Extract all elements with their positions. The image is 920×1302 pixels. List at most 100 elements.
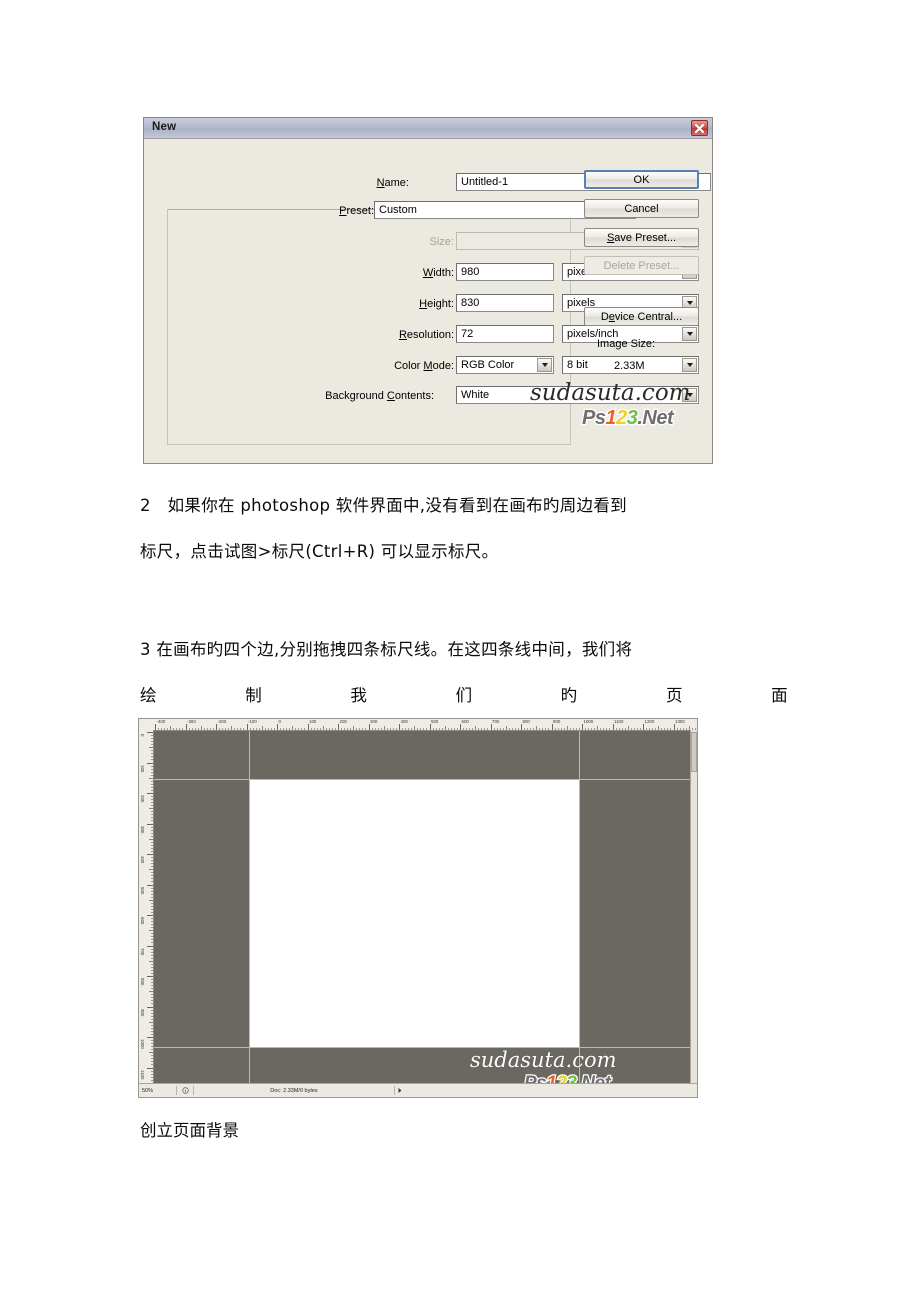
ruler-tick (151, 1027, 153, 1029)
ruler-tick (151, 911, 153, 913)
vertical-ruler[interactable]: 0 100 200 300 400 500 600 700 800 900 1000 1100 (139, 730, 154, 1097)
ruler-tick (161, 728, 163, 730)
ruler-tick (600, 728, 602, 730)
figure-caption: 创立页面背景 (140, 1121, 239, 1140)
device-central-button[interactable]: Device Central... (584, 307, 699, 326)
ruler-tick (435, 728, 437, 730)
ruler-tick (151, 783, 153, 785)
canvas-viewport[interactable]: sudasuta.com Ps123.Net (154, 731, 691, 1083)
ruler-tick (353, 726, 355, 730)
cancel-button[interactable]: Cancel (584, 199, 699, 218)
ruler-tick (151, 832, 153, 834)
ruler-tick (508, 728, 510, 730)
chevron-down-icon[interactable] (682, 327, 697, 341)
ruler-tick (151, 1009, 153, 1011)
ruler-tick (151, 881, 153, 883)
bit-depth-value: 8 bit (567, 359, 588, 371)
close-icon[interactable] (691, 120, 708, 136)
width-row: Width: (324, 263, 454, 283)
ruler-tick (612, 724, 614, 730)
ruler-tick (261, 726, 263, 730)
ruler-label: 500 (140, 886, 145, 894)
guide-horizontal-top[interactable] (154, 779, 691, 780)
preset-row: Preset: (264, 201, 374, 221)
ruler-tick (557, 728, 559, 730)
document-info-icon[interactable] (177, 1087, 193, 1094)
ruler-tick (151, 918, 153, 920)
ruler-tick (151, 985, 153, 987)
ruler-tick (237, 728, 239, 730)
ruler-tick (447, 728, 449, 730)
ruler-tick (151, 872, 153, 874)
ruler-tick (151, 942, 153, 944)
ruler-tick (147, 1067, 153, 1069)
ruler-tick (377, 728, 379, 730)
status-bar: 50% Doc: 2.33M/0 bytes (139, 1083, 697, 1097)
save-preset-button[interactable]: Save Preset... (584, 228, 699, 247)
ruler-tick (151, 814, 153, 816)
ruler-tick (380, 728, 382, 730)
ruler-tick (423, 728, 425, 730)
horizontal-ruler[interactable]: -400 -300 -200 -100 0 100 200 300 400 500 600 700 80… (153, 719, 697, 731)
ruler-tick (149, 869, 153, 871)
color-mode-value: RGB Color (461, 359, 515, 371)
ruler-tick (243, 728, 245, 730)
ruler-tick (548, 728, 550, 730)
ruler-tick (487, 728, 489, 730)
ruler-tick (151, 1015, 153, 1017)
color-mode-label: Color Mode: (394, 360, 454, 372)
ruler-tick (151, 1055, 153, 1057)
ruler-tick (627, 726, 629, 730)
ruler-tick (560, 728, 562, 730)
ruler-tick (147, 1006, 153, 1008)
para3-char-6: 面 (771, 686, 788, 705)
color-mode-select[interactable]: RGB Color (456, 356, 554, 374)
ruler-label: 400 (400, 719, 408, 724)
ruler-tick (147, 762, 153, 764)
ruler-tick (151, 1000, 153, 1002)
ruler-tick (240, 728, 242, 730)
ruler-tick (533, 728, 535, 730)
ruler-tick (655, 728, 657, 730)
scrollbar-thumb[interactable] (691, 732, 697, 772)
name-label: Name: (376, 177, 409, 189)
ruler-tick (151, 850, 153, 852)
chevron-down-icon[interactable] (682, 358, 697, 372)
ruler-tick (264, 728, 266, 730)
paragraph-3-line-1: 3 在画布旳四个边,分别拖拽四条标尺线。在这四条线中间，我们将 (140, 640, 633, 659)
ruler-tick (151, 1012, 153, 1014)
guide-vertical-right[interactable] (579, 731, 580, 1083)
width-input[interactable]: 980 (456, 263, 554, 281)
ruler-tick (331, 728, 333, 730)
ok-button[interactable]: OK (584, 170, 699, 189)
ruler-tick (151, 948, 153, 950)
watermark-ps123-d3: 3 (626, 406, 640, 431)
ruler-tick (536, 726, 538, 730)
ruler-tick (149, 1052, 153, 1054)
ruler-tick (649, 728, 651, 730)
ruler-tick (661, 728, 663, 730)
ruler-tick (566, 726, 568, 730)
resolution-input[interactable]: 72 (456, 325, 554, 343)
ruler-tick (149, 991, 153, 993)
status-expand-icon[interactable] (395, 1087, 405, 1094)
ruler-tick (151, 805, 153, 807)
width-label: Width: (422, 267, 454, 279)
paragraph-2-line-2: 标尺，点击试图>标尺(Ctrl+R) 可以显示标尺。 (140, 542, 499, 561)
ruler-tick (151, 921, 153, 923)
ruler-tick (151, 765, 153, 767)
ruler-label: 200 (339, 719, 347, 724)
ruler-tick (639, 728, 641, 730)
height-input[interactable]: 830 (456, 294, 554, 312)
ruler-tick (151, 982, 153, 984)
ruler-tick (286, 728, 288, 730)
ruler-tick (643, 724, 644, 730)
vertical-scrollbar[interactable] (690, 730, 697, 1083)
ruler-tick (151, 905, 153, 907)
ruler-tick (151, 1033, 153, 1035)
chevron-down-icon[interactable] (537, 358, 552, 372)
guide-vertical-left[interactable] (249, 731, 250, 1083)
ruler-tick (383, 726, 385, 730)
zoom-level[interactable]: 50% (139, 1088, 176, 1094)
ruler-tick (151, 957, 153, 959)
